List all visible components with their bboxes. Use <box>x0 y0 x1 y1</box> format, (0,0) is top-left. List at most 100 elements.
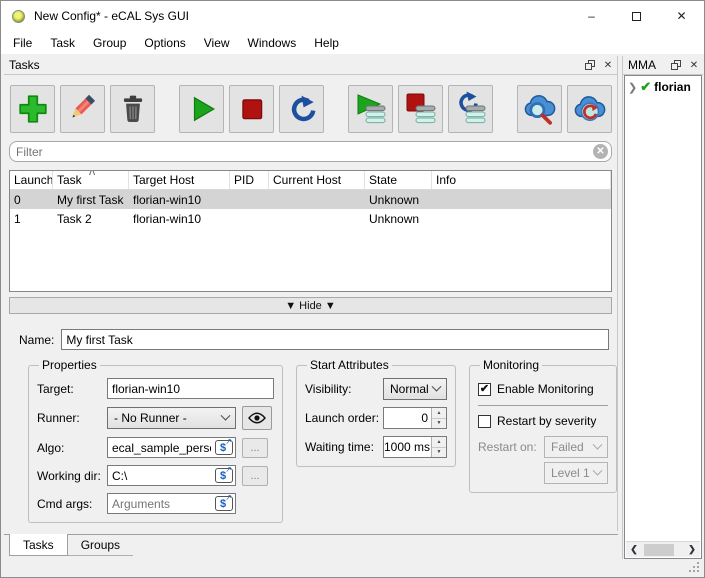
restart-selected-button[interactable] <box>448 85 493 133</box>
col-state[interactable]: State <box>365 171 432 189</box>
start-attributes-title: Start Attributes <box>310 358 389 372</box>
spin-buttons: ▲ ▼ <box>431 408 446 428</box>
float-icon <box>671 60 681 70</box>
algo-field: $↗ <box>107 437 236 458</box>
filter-row: ✕ <box>9 141 612 162</box>
stop-selected-button[interactable] <box>398 85 443 133</box>
name-label: Name: <box>19 332 55 347</box>
window-controls: – ✕ <box>569 1 704 31</box>
menu-group[interactable]: Group <box>84 33 135 53</box>
enable-monitoring-label: Enable Monitoring <box>497 382 594 396</box>
enable-monitoring-row: ✔ Enable Monitoring <box>478 378 608 400</box>
working-dir-field: $↗ <box>107 465 236 486</box>
resize-grip[interactable] <box>689 562 699 572</box>
close-button[interactable]: ✕ <box>659 1 704 31</box>
filter-input[interactable] <box>9 141 612 162</box>
view-runner-button[interactable] <box>242 406 272 430</box>
stop-icon <box>241 99 262 120</box>
col-launch[interactable]: Launch <box>10 171 53 189</box>
cell-state: Unknown <box>369 192 420 207</box>
menu-file[interactable]: File <box>4 33 41 53</box>
col-current-host[interactable]: Current Host <box>269 171 365 189</box>
minimize-button[interactable]: – <box>569 1 614 31</box>
toolbar-group-run <box>179 85 324 133</box>
scroll-right-icon[interactable]: ❯ <box>684 544 700 555</box>
menu-windows[interactable]: Windows <box>239 33 306 53</box>
col-target-host[interactable]: Target Host <box>129 171 230 189</box>
restart-level-value: Level 1 <box>551 466 590 480</box>
edit-task-button[interactable] <box>60 85 105 133</box>
col-info[interactable]: Info <box>432 171 611 189</box>
monitor-tasks-button[interactable] <box>517 85 562 133</box>
cell-launch: 1 <box>14 211 21 226</box>
name-input[interactable] <box>61 329 609 350</box>
spin-down-icon[interactable]: ▼ <box>432 447 446 457</box>
edit-pencil-icon <box>71 94 95 118</box>
chevron-down-icon <box>592 465 603 476</box>
start-tasks-button[interactable] <box>179 85 224 133</box>
start-selected-icon <box>357 94 385 124</box>
spin-up-icon[interactable]: ▲ <box>432 408 446 419</box>
scroll-left-icon[interactable]: ❮ <box>626 544 642 555</box>
spin-down-icon[interactable]: ▼ <box>432 418 446 428</box>
cell-target-host: florian-win10 <box>133 211 202 226</box>
tasks-dock-title: Tasks <box>9 58 40 72</box>
properties-title: Properties <box>42 358 97 372</box>
menu-task[interactable]: Task <box>41 33 84 53</box>
cell-target-host: florian-win10 <box>133 192 202 207</box>
start-selected-button[interactable] <box>348 85 393 133</box>
tab-tasks[interactable]: Tasks <box>9 534 68 556</box>
scrollbar-thumb[interactable] <box>644 543 674 556</box>
expand-env-vars-icon[interactable]: $ ↗ <box>215 493 233 511</box>
browse-working-dir-button[interactable]: ... <box>242 465 268 486</box>
stop-tasks-button[interactable] <box>229 85 274 133</box>
restart-tasks-button[interactable] <box>279 85 324 133</box>
launch-order-stepper[interactable]: 0 ▲ ▼ <box>383 407 447 429</box>
float-panel-button[interactable] <box>581 58 599 73</box>
tasks-dock-header: Tasks ✕ <box>4 56 617 75</box>
delete-task-button[interactable] <box>110 85 155 133</box>
col-task[interactable]: Task ᐱ <box>53 171 129 189</box>
visibility-select[interactable]: Normal <box>383 378 447 400</box>
table-row[interactable]: 1 Task 2 florian-win10 Unknown <box>10 209 611 228</box>
spin-up-icon[interactable]: ▲ <box>432 437 446 448</box>
float-panel-button[interactable] <box>667 58 685 73</box>
browse-algo-button[interactable]: ... <box>242 437 268 458</box>
delete-trash-icon <box>123 95 142 123</box>
spin-buttons: ▲ ▼ <box>431 437 446 457</box>
col-pid[interactable]: PID <box>230 171 269 189</box>
cmd-args-label: Cmd args: <box>37 496 93 511</box>
tree-item-host[interactable]: ❯ ✔ florian <box>625 76 701 95</box>
clear-filter-icon[interactable]: ✕ <box>593 144 608 159</box>
app-window: New Config* - eCAL Sys GUI – ✕ File Task… <box>0 0 705 578</box>
tab-groups[interactable]: Groups <box>67 535 134 556</box>
expand-env-vars-icon[interactable]: $ ↗ <box>215 465 233 483</box>
restart-level-row: Level 1 <box>478 462 608 484</box>
properties-group: Properties Target: Runner: - No Runner - <box>28 358 283 523</box>
task-table: Launch Task ᐱ Target Host PID Current Hos… <box>9 170 612 292</box>
status-ok-icon: ✔ <box>640 79 652 94</box>
start-attributes-group: Start Attributes Visibility: Normal Laun… <box>296 358 456 467</box>
waiting-time-stepper[interactable]: 1000 ms ▲ ▼ <box>383 436 447 458</box>
menu-help[interactable]: Help <box>305 33 348 53</box>
add-task-button[interactable] <box>10 85 55 133</box>
close-panel-button[interactable]: ✕ <box>685 58 703 73</box>
arrow-glyph: ↗ <box>225 493 232 502</box>
restart-on-select[interactable]: Failed <box>544 436 608 458</box>
runner-select[interactable]: - No Runner - <box>107 407 236 429</box>
close-panel-button[interactable]: ✕ <box>599 58 617 73</box>
menu-view[interactable]: View <box>195 33 239 53</box>
restart-by-severity-checkbox[interactable] <box>478 414 491 428</box>
table-row[interactable]: 0 My first Task florian-win10 Unknown <box>10 190 611 209</box>
maximize-button[interactable] <box>614 1 659 31</box>
enable-monitoring-checkbox[interactable]: ✔ <box>478 382 491 396</box>
menu-options[interactable]: Options <box>135 33 194 53</box>
update-from-cloud-button[interactable] <box>567 85 612 133</box>
target-input[interactable] <box>107 378 274 399</box>
restart-on-value: Failed <box>551 440 584 454</box>
expand-arrow-icon[interactable]: ❯ <box>628 81 637 94</box>
restart-level-select[interactable]: Level 1 <box>544 462 608 484</box>
hide-details-button[interactable]: ▼ Hide ▼ <box>9 297 612 314</box>
expand-env-vars-icon[interactable]: $ ↗ <box>215 437 233 455</box>
horizontal-scrollbar[interactable]: ❮ ❯ <box>626 541 700 557</box>
